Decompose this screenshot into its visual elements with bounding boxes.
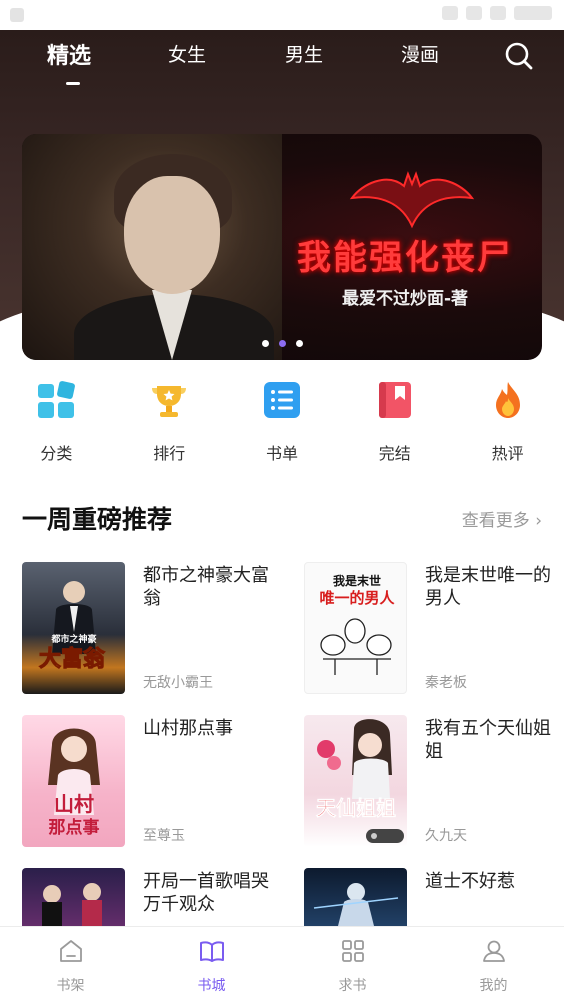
hero-header: 精选 女生 男生 漫画 我能强化丧尸 最爱不过炒面-著 xyxy=(0,30,564,362)
status-bar xyxy=(0,0,564,30)
flame-icon xyxy=(495,382,520,418)
banner-carousel[interactable]: 我能强化丧尸 最爱不过炒面-著 xyxy=(22,134,542,360)
nav-bookstore[interactable]: 书城 xyxy=(141,927,282,1002)
category-label: 书单 xyxy=(265,444,298,463)
book-author: 无敌小霸王 xyxy=(143,675,213,691)
banner-author: 最爱不过炒面-著 xyxy=(341,289,469,309)
svg-text:唯一的男人: 唯一的男人 xyxy=(319,589,395,607)
svg-text:山村: 山村 xyxy=(54,792,94,816)
chevron-right-icon: › xyxy=(535,511,542,531)
status-icons xyxy=(442,6,552,20)
nav-label: 书架 xyxy=(56,978,85,994)
tab-male[interactable]: 男生 xyxy=(285,40,323,67)
book-author: 秦老板 xyxy=(425,675,467,691)
nav-label: 我的 xyxy=(479,978,508,994)
category-label: 排行 xyxy=(153,444,186,463)
signal-icon xyxy=(466,6,482,20)
grid-icon xyxy=(38,381,76,418)
bat-emblem-icon xyxy=(349,171,475,229)
section-title: 一周重磅推荐 xyxy=(22,505,173,534)
svg-text:我是末世: 我是末世 xyxy=(333,573,381,588)
book-cover: 天仙姐姐 xyxy=(304,715,407,847)
book-author: 久九天 xyxy=(425,828,467,844)
clock xyxy=(514,6,552,20)
category-item-finished[interactable]: 完结 xyxy=(338,380,451,470)
carousel-dot[interactable] xyxy=(261,340,269,347)
tab-featured[interactable]: 精选 xyxy=(47,38,91,70)
banner-title: 我能强化丧尸 xyxy=(297,238,513,278)
book-author: 至尊玉 xyxy=(143,828,185,844)
category-item-booklist[interactable]: 书单 xyxy=(226,380,339,470)
svg-text:那点事: 那点事 xyxy=(49,817,100,838)
category-item-ranking[interactable]: 排行 xyxy=(113,380,226,470)
book-title: 我有五个天仙姐姐 xyxy=(425,718,551,762)
carousel-dot-active[interactable] xyxy=(278,340,286,347)
view-more-link[interactable]: 查看更多 › xyxy=(462,506,542,531)
tab-comics[interactable]: 漫画 xyxy=(401,40,439,67)
list-icon xyxy=(263,382,300,418)
book-title: 道士不好惹 xyxy=(425,871,515,892)
book-title: 我是末世唯一的男人 xyxy=(425,565,551,609)
book-cover: 我是末世 唯一的男人 xyxy=(304,562,407,694)
category-label: 分类 xyxy=(40,444,73,463)
carousel-dots xyxy=(22,340,542,347)
bookmark-book-icon xyxy=(378,382,411,418)
book-title: 都市之神豪大富翁 xyxy=(143,565,269,609)
tab-female[interactable]: 女生 xyxy=(168,40,206,67)
apps-grid-icon xyxy=(341,940,364,962)
book-title: 开局一首歌唱哭万千观众 xyxy=(143,871,269,915)
bottom-nav: 书架 书城 求书 我的 xyxy=(0,926,564,1002)
book-card[interactable]: 山村 那点事 山村那点事 至尊玉 xyxy=(22,715,282,847)
wifi-icon xyxy=(442,6,458,20)
search-icon[interactable] xyxy=(502,40,534,72)
notification-icon xyxy=(10,8,24,22)
svg-text:大富翁: 大富翁 xyxy=(39,646,106,672)
book-cover: 都市之神豪 大富翁 xyxy=(22,562,125,694)
book-cover: 山村 那点事 xyxy=(22,715,125,847)
nav-bookshelf[interactable]: 书架 xyxy=(0,927,141,1002)
top-tabs: 精选 女生 男生 漫画 xyxy=(0,30,564,90)
book-title: 山村那点事 xyxy=(143,718,233,739)
book-card[interactable]: 天仙姐姐 我有五个天仙姐姐 久九天 xyxy=(304,715,564,847)
book-card[interactable]: 都市之神豪 大富翁 都市之神豪大富翁 无敌小霸王 xyxy=(22,562,282,694)
category-label: 热评 xyxy=(491,444,524,463)
category-shortcuts: 分类 排行 书单 完结 热评 xyxy=(0,380,564,470)
category-item-hot-reviews[interactable]: 热评 xyxy=(451,380,564,470)
bookshelf-icon xyxy=(59,940,82,962)
carousel-dot[interactable] xyxy=(295,340,303,347)
category-label: 完结 xyxy=(378,444,411,463)
nav-label: 书城 xyxy=(197,978,226,994)
svg-text:都市之神豪: 都市之神豪 xyxy=(50,633,96,645)
nav-label: 求书 xyxy=(338,978,367,994)
nav-request-book[interactable]: 求书 xyxy=(282,927,423,1002)
battery-icon xyxy=(490,6,506,20)
trophy-icon xyxy=(152,386,187,417)
svg-text:天仙姐姐: 天仙姐姐 xyxy=(316,796,396,820)
active-tab-indicator xyxy=(66,82,80,85)
book-card[interactable]: 我是末世 唯一的男人 我是末世唯一的男人 秦老板 xyxy=(304,562,564,694)
open-book-icon xyxy=(199,941,224,962)
nav-profile[interactable]: 我的 xyxy=(423,927,564,1002)
view-more-label: 查看更多 xyxy=(461,511,530,531)
banner-character-art xyxy=(22,134,282,360)
user-icon xyxy=(482,940,505,962)
category-item-classify[interactable]: 分类 xyxy=(0,380,113,470)
